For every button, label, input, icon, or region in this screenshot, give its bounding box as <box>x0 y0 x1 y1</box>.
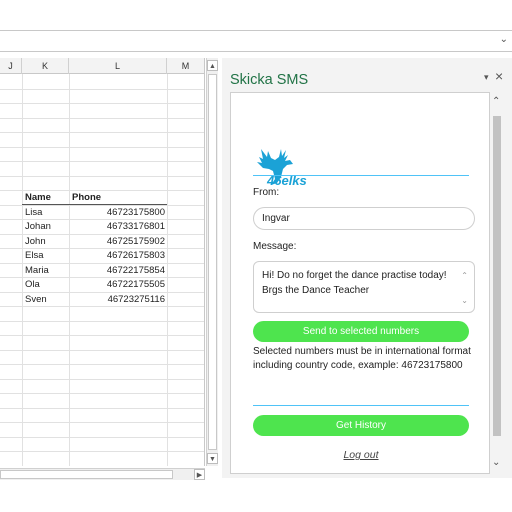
table-cell-phone[interactable]: 46726175803 <box>72 249 165 264</box>
table-cell-name[interactable]: Sven <box>25 293 47 308</box>
divider <box>253 175 469 176</box>
message-line: Brgs the Dance Teacher <box>262 285 370 296</box>
formula-bar[interactable]: ⌄ <box>0 30 512 52</box>
gridline <box>0 407 204 409</box>
gridline <box>0 161 204 162</box>
table-cell-name[interactable]: Maria <box>25 264 49 279</box>
table-cell-name[interactable]: Johan <box>25 220 51 235</box>
gridline <box>0 436 204 438</box>
column-header-l[interactable]: L <box>69 58 167 74</box>
table-cell-name[interactable]: Ola <box>25 278 40 293</box>
sms-task-pane: Skicka SMS ▾ × 46elks From: Ingvar Messa… <box>222 58 512 478</box>
from-label: From: <box>253 187 280 198</box>
gridline <box>0 378 204 380</box>
message-field[interactable]: Hi! Do no forget the dance practise toda… <box>253 261 475 313</box>
scroll-thumb[interactable] <box>208 74 217 450</box>
gridline <box>0 88 204 90</box>
scroll-down-icon[interactable]: ▼ <box>207 453 218 464</box>
gridline <box>0 364 204 365</box>
gridline <box>0 320 204 322</box>
chevron-up-icon[interactable]: ⌃ <box>461 268 468 283</box>
pane-scrollbar[interactable]: ⌃ ⌄ <box>490 92 504 474</box>
table-cell-phone[interactable]: 46722175505 <box>72 278 165 293</box>
info-text: Selected numbers must be in internationa… <box>253 346 471 371</box>
scroll-right-icon[interactable]: ▶ <box>194 469 205 480</box>
cell-area[interactable]: Name Phone Lisa 46723175800 Johan 467331… <box>0 74 204 466</box>
close-icon[interactable]: × <box>495 68 503 84</box>
sheet-horizontal-scrollbar[interactable]: ▶ <box>0 468 205 480</box>
gridline <box>0 451 204 452</box>
table-cell-phone[interactable]: 46725175902 <box>72 235 165 250</box>
pane-title: Skicka SMS <box>230 72 309 88</box>
gridline <box>0 175 204 177</box>
gridline <box>0 117 204 119</box>
table-cell-name[interactable]: Lisa <box>25 206 42 221</box>
chevron-down-icon[interactable]: ⌄ <box>492 457 500 468</box>
from-field[interactable]: Ingvar <box>253 207 475 230</box>
gridline <box>0 132 204 133</box>
gridline <box>0 103 204 104</box>
pane-options-icon[interactable]: ▾ <box>484 72 489 83</box>
gridline <box>0 393 204 394</box>
gridline <box>0 465 204 466</box>
excel-window: ⌄ J K L M Name Phone Lisa 46723175800 Jo… <box>0 0 512 512</box>
table-cell-name[interactable]: Elsa <box>25 249 43 264</box>
gridline <box>0 146 204 148</box>
pane-content: 46elks From: Ingvar Message: Hi! Do no f… <box>230 92 490 474</box>
message-line: Hi! Do no forget the dance practise toda… <box>262 270 447 281</box>
column-header-j[interactable]: J <box>0 58 22 74</box>
gridline <box>0 349 204 351</box>
send-button[interactable]: Send to selected numbers <box>253 321 469 342</box>
table-cell-name[interactable]: John <box>25 235 46 250</box>
table-cell-phone[interactable]: 46722175854 <box>72 264 165 279</box>
sheet-vertical-scrollbar[interactable]: ▲ ▼ <box>206 58 218 466</box>
get-history-button[interactable]: Get History <box>253 415 469 436</box>
gridline <box>0 422 204 423</box>
gridline <box>0 335 204 336</box>
spreadsheet-grid[interactable]: J K L M Name Phone Lisa 46723175800 Joha… <box>0 58 205 466</box>
table-header-border <box>22 204 167 205</box>
chevron-down-icon[interactable]: ⌄ <box>500 34 508 45</box>
column-headers: J K L M <box>0 58 204 74</box>
divider <box>253 405 469 406</box>
table-cell-phone[interactable]: 46723275116 <box>72 293 165 308</box>
scroll-up-icon[interactable]: ▲ <box>207 60 218 71</box>
message-label: Message: <box>253 241 297 252</box>
table-cell-phone[interactable]: 46723175800 <box>72 206 165 221</box>
chevron-down-icon[interactable]: ⌄ <box>461 293 468 308</box>
table-cell-phone[interactable]: 46733176801 <box>72 220 165 235</box>
scroll-thumb[interactable] <box>0 470 173 479</box>
logout-link[interactable]: Log out <box>231 449 491 461</box>
column-header-k[interactable]: K <box>22 58 69 74</box>
scroll-thumb[interactable] <box>493 116 501 436</box>
chevron-up-icon[interactable]: ⌃ <box>492 96 500 107</box>
column-header-m[interactable]: M <box>167 58 204 74</box>
